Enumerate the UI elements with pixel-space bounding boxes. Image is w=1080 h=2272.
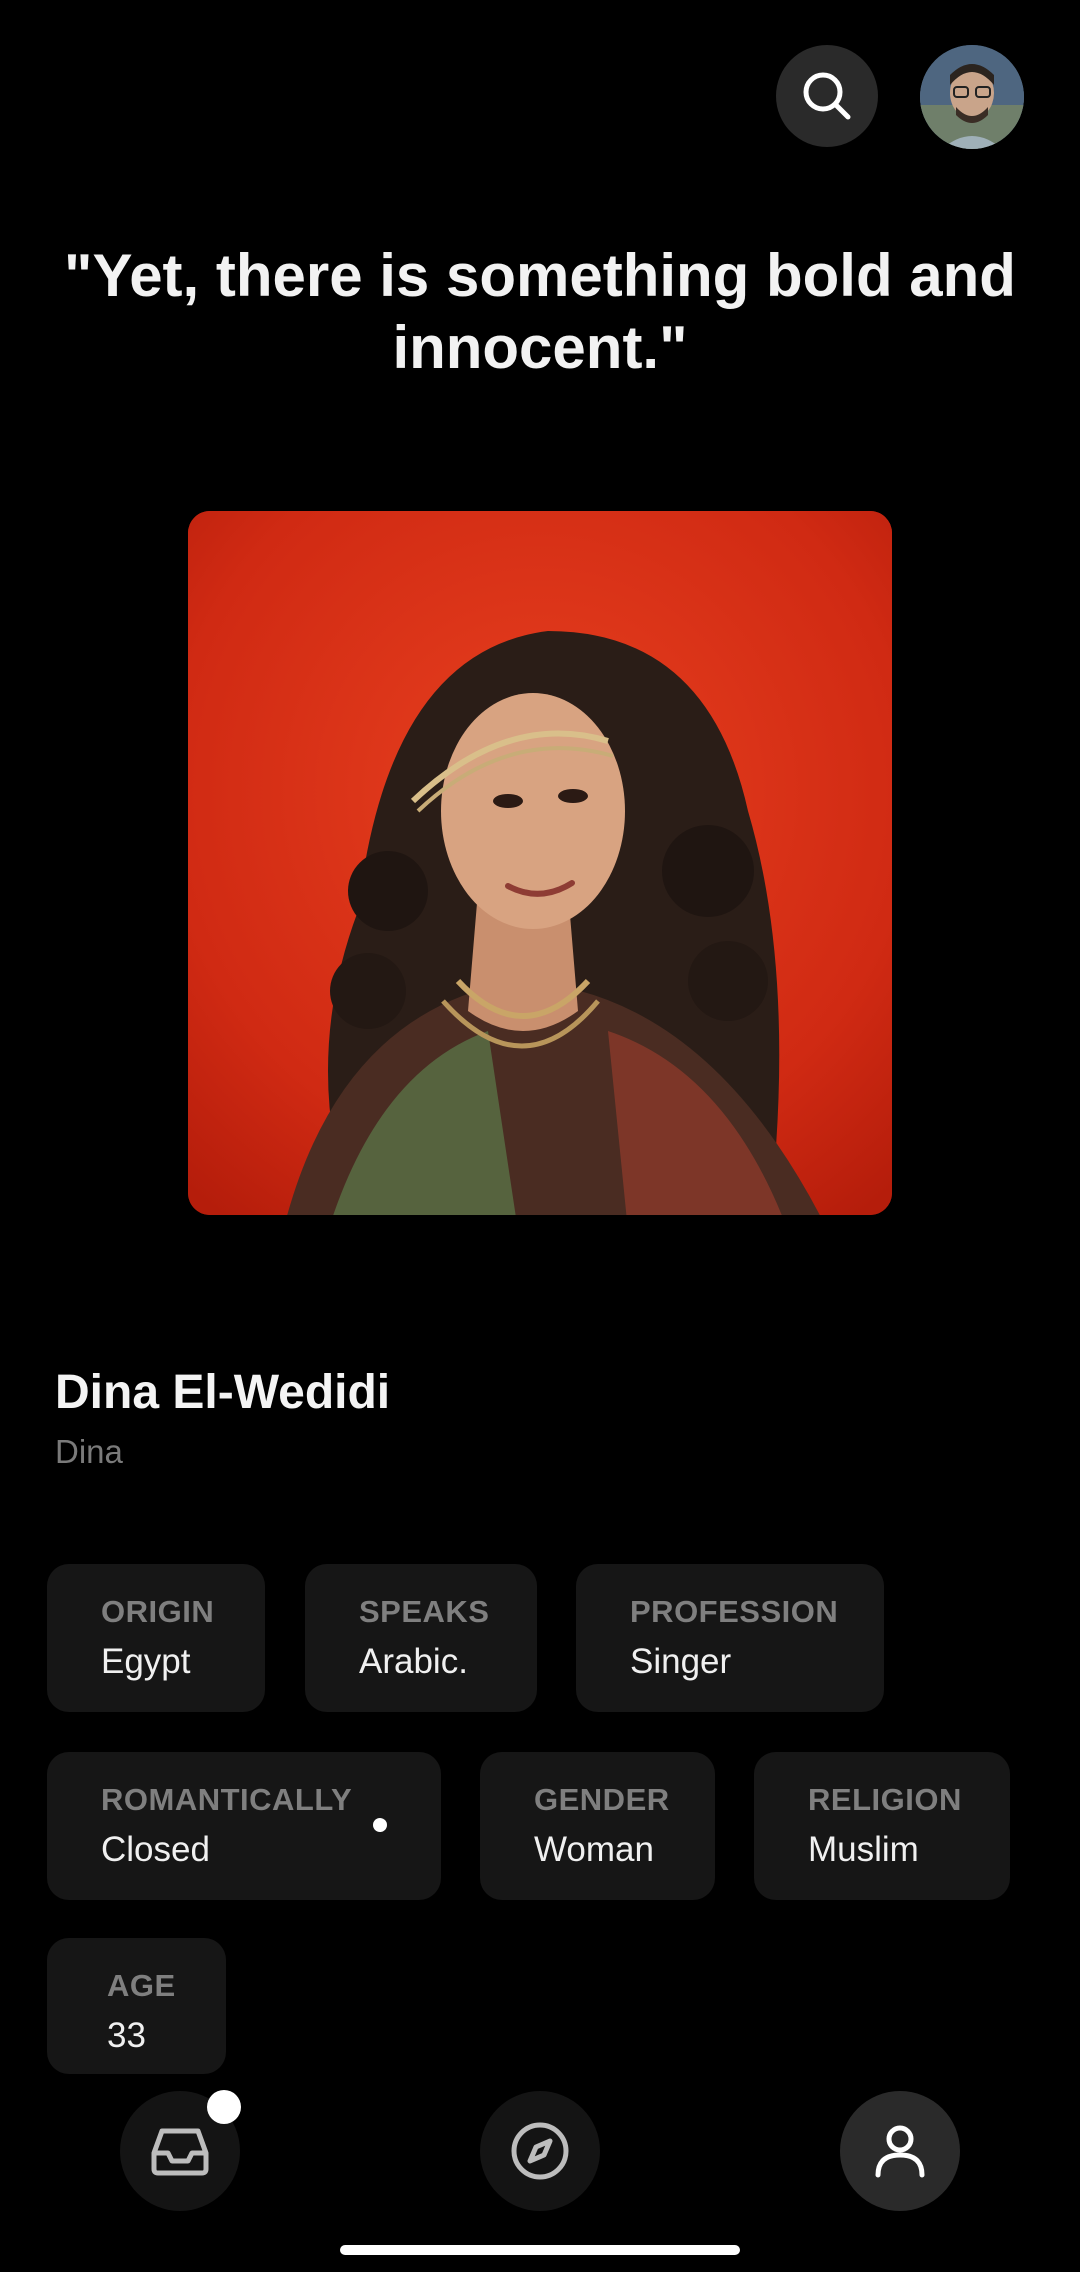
attribute-label: ROMANTICALLY (101, 1782, 353, 1817)
attribute-label: RELIGION (808, 1782, 962, 1817)
home-indicator[interactable] (340, 2245, 740, 2255)
attribute-origin: ORIGIN Egypt (47, 1564, 265, 1712)
attribute-label: GENDER (534, 1782, 670, 1817)
attribute-label: AGE (107, 1968, 176, 2003)
attribute-label: SPEAKS (359, 1594, 490, 1629)
attribute-gender: GENDER Woman (480, 1752, 715, 1900)
portrait-image (188, 511, 892, 1215)
attribute-speaks: SPEAKS Arabic. (305, 1564, 537, 1712)
attribute-label: ORIGIN (101, 1594, 215, 1629)
profile-photo (188, 511, 892, 1215)
attribute-value: Egypt (101, 1642, 191, 1681)
attribute-age: AGE 33 (47, 1938, 226, 2074)
user-avatar[interactable] (920, 45, 1024, 149)
attribute-value: 33 (107, 2016, 146, 2055)
inbox-icon (151, 2128, 209, 2176)
nav-explore[interactable] (480, 2091, 600, 2211)
attribute-profession: PROFESSION Singer (576, 1564, 884, 1712)
profile-icon (875, 2125, 925, 2178)
attribute-value: Woman (534, 1830, 654, 1869)
profile-quote: "Yet, there is something bold and innoce… (64, 242, 1016, 381)
compass-icon (511, 2122, 569, 2180)
search-button[interactable] (776, 45, 878, 147)
status-dot (373, 1818, 387, 1832)
nav-profile[interactable] (840, 2091, 960, 2211)
attribute-value: Closed (101, 1830, 210, 1869)
attribute-value: Arabic. (359, 1642, 468, 1681)
search-icon (803, 72, 851, 120)
avatar-image (920, 45, 1024, 149)
notification-badge (207, 2090, 241, 2124)
attribute-label: PROFESSION (630, 1594, 839, 1629)
attribute-religion: RELIGION Muslim (754, 1752, 1010, 1900)
profile-name: Dina El-Wedidi (55, 1366, 391, 1419)
profile-nickname: Dina (55, 1433, 123, 1470)
attribute-value: Singer (630, 1642, 732, 1681)
attribute-value: Muslim (808, 1830, 919, 1869)
attribute-romantically: ROMANTICALLY Closed (47, 1752, 441, 1900)
